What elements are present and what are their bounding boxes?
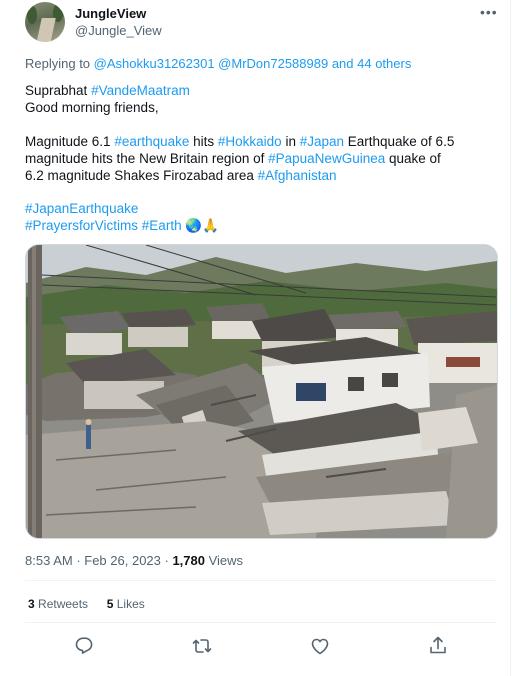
reply-icon[interactable] [72, 634, 96, 658]
emoji-globe-pray: 🌏🙏 [181, 218, 219, 233]
divider [25, 580, 496, 581]
author-handle[interactable]: @Jungle_View [75, 23, 162, 38]
replying-to: Replying to @Ashokku31262301 @MrDon72588… [25, 56, 412, 71]
retweets-stat[interactable]: 3 Retweets [28, 597, 88, 611]
hashtag-afghanistan[interactable]: #Afghanistan [258, 168, 337, 183]
reply-others[interactable]: and 44 others [328, 56, 412, 71]
tweet-photo[interactable] [25, 244, 498, 539]
tweet-timestamp: 8:53 AM · Feb 26, 2023 · 1,780 Views [25, 553, 244, 568]
hashtag-earthquake[interactable]: #earthquake [114, 134, 189, 149]
retweet-icon[interactable] [190, 634, 214, 658]
earthquake-damage-image [26, 245, 497, 538]
tweet-line-1: Suprabhat #VandeMaatram [25, 83, 190, 98]
tweet-line-5: 6.2 magnitude Shakes Firozabad area #Afg… [25, 168, 337, 183]
hashtag-japanearthquake[interactable]: #JapanEarthquake [25, 201, 138, 216]
tweet-line-6: #JapanEarthquake [25, 200, 138, 217]
time[interactable]: 8:53 AM [25, 553, 73, 568]
hashtag-prayersforvictims[interactable]: #PrayersforVictims [25, 218, 138, 233]
reply-mentions[interactable]: @Ashokku31262301 @MrDon72588989 [94, 56, 329, 71]
views-count: 1,780 [172, 553, 205, 568]
author-name[interactable]: JungleView [75, 6, 146, 21]
hashtag-earth[interactable]: #Earth [142, 218, 182, 233]
hashtag-vandemaatram[interactable]: #VandeMaatram [91, 83, 190, 98]
tweet-card: JungleView @Jungle_View ••• Replying to … [0, 0, 511, 676]
hashtag-papuanewguinea[interactable]: #PapuaNewGuinea [268, 151, 385, 166]
views-label: Views [205, 553, 244, 568]
divider [25, 622, 496, 623]
avatar[interactable] [25, 2, 65, 42]
like-icon[interactable] [308, 634, 332, 658]
more-icon[interactable]: ••• [480, 4, 498, 20]
hashtag-japan[interactable]: #Japan [300, 134, 344, 149]
likes-stat[interactable]: 5 Likes [107, 597, 145, 611]
tweet-line-4: magnitude hits the New Britain region of… [25, 151, 441, 166]
date[interactable]: Feb 26, 2023 [84, 553, 161, 568]
tweet-line-7: #PrayersforVictims #Earth 🌏🙏 [25, 217, 219, 234]
tweet-line-2: Good morning friends, [25, 100, 159, 115]
engagement-stats: 3 Retweets 5 Likes [28, 597, 145, 611]
share-icon[interactable] [426, 634, 450, 658]
hashtag-hokkaido[interactable]: #Hokkaido [218, 134, 282, 149]
tweet-line-3: Magnitude 6.1 #earthquake hits #Hokkaido… [25, 134, 455, 149]
